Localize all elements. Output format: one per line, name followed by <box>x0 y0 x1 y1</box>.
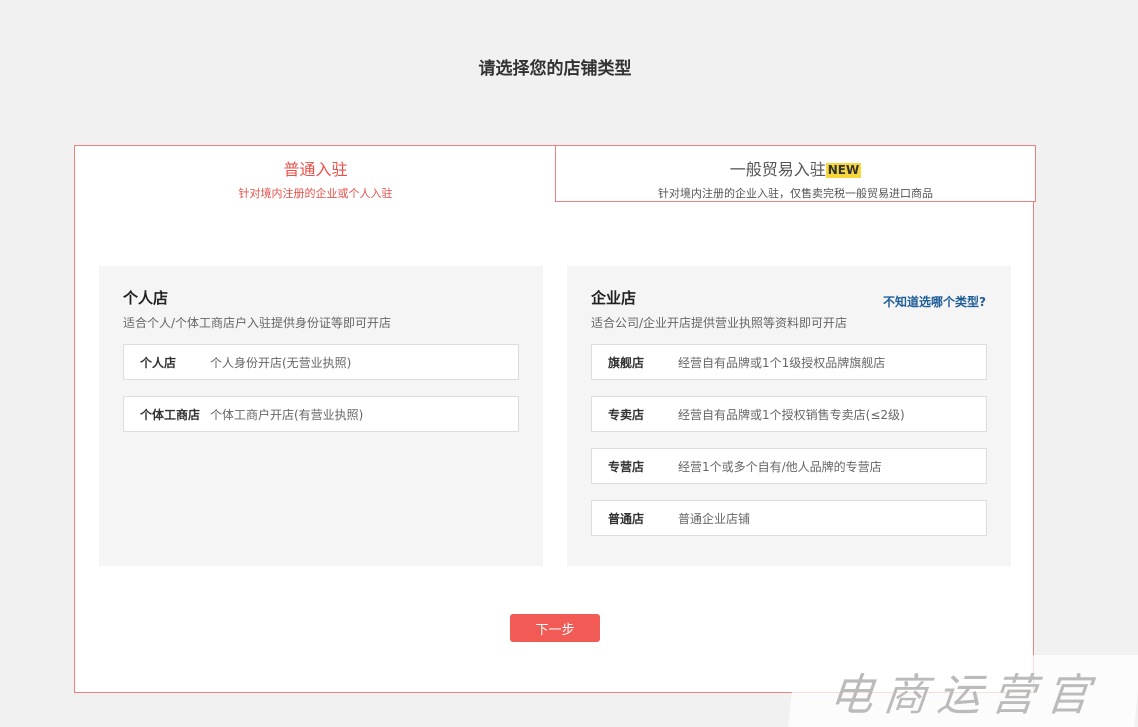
next-step-button[interactable]: 下一步 <box>510 614 600 642</box>
tab-general-trade-entry[interactable]: 一般贸易入驻 NEW 针对境内注册的企业入驻，仅售卖完税一般贸易进口商品 <box>555 145 1036 202</box>
option-name: 旗舰店 <box>608 355 645 370</box>
option-name: 个体工商店 <box>140 407 201 422</box>
help-link[interactable]: 不知道选哪个类型? <box>883 293 986 310</box>
option-regular-store[interactable]: 普通店 普通企业店铺 <box>591 500 987 536</box>
new-badge: NEW <box>825 163 862 178</box>
option-desc: 经营1个或多个自有/他人品牌的专营店 <box>678 459 882 474</box>
tab-general-trade-subtitle: 针对境内注册的企业入驻，仅售卖完税一般贸易进口商品 <box>658 187 933 200</box>
option-personal-store[interactable]: 个人店 个人身份开店(无营业执照) <box>123 344 519 380</box>
tab-normal-entry[interactable]: 普通入驻 针对境内注册的企业或个人入驻 <box>74 145 556 202</box>
watermark-logo: 电商运营官 <box>788 655 1138 727</box>
personal-store-title: 个人店 <box>123 289 169 307</box>
option-desc: 个人身份开店(无营业执照) <box>210 355 352 370</box>
option-name: 个人店 <box>140 355 177 370</box>
personal-option-list: 个人店 个人身份开店(无营业执照) 个体工商店 个体工商户开店(有营业执照) <box>123 344 519 432</box>
option-desc: 个体工商户开店(有营业执照) <box>210 407 364 422</box>
tab-normal-entry-label: 普通入驻 <box>283 160 348 179</box>
personal-store-card: 个人店 适合个人/个体工商店户入驻提供身份证等即可开店 个人店 个人身份开店(无… <box>99 266 543 566</box>
option-individual-business[interactable]: 个体工商店 个体工商户开店(有营业执照) <box>123 396 519 432</box>
enterprise-store-card: 企业店 不知道选哪个类型? 适合公司/企业开店提供营业执照等资料即可开店 旗舰店… <box>567 266 1011 566</box>
option-name: 专营店 <box>608 459 645 474</box>
tab-general-trade-title: 一般贸易入驻 NEW <box>556 156 1035 180</box>
option-exclusive-store[interactable]: 专卖店 经营自有品牌或1个授权销售专卖店(≤2级) <box>591 396 987 432</box>
enterprise-store-desc: 适合公司/企业开店提供营业执照等资料即可开店 <box>591 316 848 330</box>
enterprise-option-list: 旗舰店 经营自有品牌或1个1级授权品牌旗舰店 专卖店 经营自有品牌或1个授权销售… <box>591 344 987 536</box>
option-name: 专卖店 <box>608 407 645 422</box>
option-name: 普通店 <box>608 511 645 526</box>
page-title: 请选择您的店铺类型 <box>478 59 632 79</box>
tab-normal-entry-subtitle: 针对境内注册的企业或个人入驻 <box>238 187 393 200</box>
option-flagship-store[interactable]: 旗舰店 经营自有品牌或1个1级授权品牌旗舰店 <box>591 344 987 380</box>
tab-general-trade-label: 一般贸易入驻 <box>729 160 826 179</box>
option-specialty-store[interactable]: 专营店 经营1个或多个自有/他人品牌的专营店 <box>591 448 987 484</box>
option-desc: 经营自有品牌或1个授权销售专卖店(≤2级) <box>678 407 905 422</box>
store-type-panel: 普通入驻 针对境内注册的企业或个人入驻 一般贸易入驻 NEW 针对境内注册的企业入… <box>74 145 1036 693</box>
option-desc: 经营自有品牌或1个1级授权品牌旗舰店 <box>678 355 886 370</box>
option-desc: 普通企业店铺 <box>678 511 751 526</box>
personal-store-desc: 适合个人/个体工商店户入驻提供身份证等即可开店 <box>123 316 392 330</box>
